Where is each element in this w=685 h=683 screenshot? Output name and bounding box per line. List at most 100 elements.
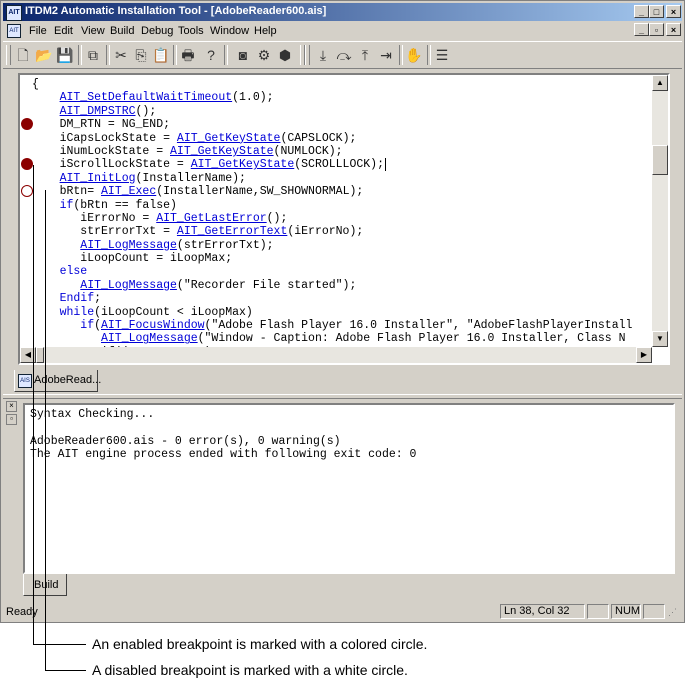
code-line[interactable]: AIT_DMPSTRC(); bbox=[32, 105, 632, 118]
scroll-right-button[interactable]: ▶ bbox=[636, 347, 652, 363]
help-icon[interactable]: ? bbox=[201, 45, 221, 65]
code-line[interactable]: AIT_LogMessage("Window - Caption: Adobe … bbox=[32, 332, 632, 345]
maximize-button[interactable]: □ bbox=[649, 5, 664, 18]
record-icon[interactable]: ◙ bbox=[233, 45, 253, 65]
compile-icon[interactable]: ⬢ bbox=[275, 45, 295, 65]
code-token: strErrorTxt = bbox=[80, 225, 177, 239]
code-token: (bRtn == false) bbox=[73, 198, 177, 212]
menu-bar: AIT File Edit View Build Debug Tools Win… bbox=[3, 22, 682, 40]
leader-line-disabled bbox=[45, 190, 86, 671]
print-icon[interactable]: 🖶 bbox=[178, 45, 198, 65]
code-line[interactable]: strErrorTxt = AIT_GetErrorText(iErrorNo)… bbox=[32, 225, 632, 238]
new-file-icon[interactable]: 🗋 bbox=[13, 45, 33, 65]
output-line: AdobeReader600.ais - 0 error(s), 0 warni… bbox=[30, 434, 341, 448]
wizard-icon[interactable]: ⚙ bbox=[254, 45, 274, 65]
mdi-close-button[interactable]: × bbox=[666, 23, 681, 36]
code-line[interactable]: iNumLockState = AIT_GetKeyState(NUMLOCK)… bbox=[32, 145, 632, 158]
code-line[interactable]: if(bRtn == false) bbox=[32, 199, 632, 212]
code-line[interactable]: AIT_SetDefaultWaitTimeout(1.0); bbox=[32, 91, 632, 104]
pane-splitter[interactable] bbox=[3, 394, 682, 399]
status-position: Ln 38, Col 32 bbox=[500, 604, 585, 619]
function-name: AIT_GetErrorText bbox=[176, 225, 288, 239]
code-line[interactable]: AIT_LogMessage(strErrorTxt); bbox=[32, 239, 632, 252]
code-token: { bbox=[32, 78, 39, 91]
code-text[interactable]: {AIT_SetDefaultWaitTimeout(1.0); AIT_DMPS… bbox=[32, 78, 632, 359]
code-token: ("Recorder File started"); bbox=[176, 278, 357, 292]
output-pane-controls: × ▫ bbox=[6, 401, 17, 425]
toolbar-separator bbox=[78, 45, 82, 65]
code-token: iCapsLockState = bbox=[59, 131, 177, 145]
save-all-icon[interactable]: ⧉ bbox=[83, 45, 103, 65]
open-folder-icon[interactable]: 📂 bbox=[34, 45, 54, 65]
paste-icon[interactable]: 📋 bbox=[151, 45, 171, 65]
output-line: The AIT engine process ended with follow… bbox=[30, 448, 417, 462]
step-out-icon[interactable]: ⤒ bbox=[355, 45, 375, 65]
code-line[interactable]: DM_RTN = NG_END; bbox=[32, 118, 632, 131]
output-pane[interactable]: Syntax Checking... AdobeReader600.ais - … bbox=[23, 403, 675, 574]
code-line[interactable]: while(iLoopCount < iLoopMax) bbox=[32, 306, 632, 319]
code-token: (NUMLOCK); bbox=[273, 144, 343, 158]
code-token: (1.0); bbox=[232, 91, 274, 105]
toolbar-grip[interactable] bbox=[6, 45, 11, 65]
scroll-down-button[interactable]: ▼ bbox=[652, 331, 668, 347]
breakpoints-list-icon[interactable]: ☰ bbox=[432, 45, 452, 65]
toolbar-separator bbox=[399, 45, 403, 65]
menu-help[interactable]: Help bbox=[254, 25, 277, 37]
menu-file[interactable]: File bbox=[29, 25, 47, 37]
code-line[interactable]: AIT_InitLog(InstallerName); bbox=[32, 172, 632, 185]
title-bar[interactable]: AIT ITDM2 Automatic Installation Tool - … bbox=[3, 3, 682, 21]
annotation-enabled-breakpoint: An enabled breakpoint is marked with a c… bbox=[92, 636, 428, 652]
toolbar-grip[interactable] bbox=[305, 45, 310, 65]
code-line[interactable]: bRtn= AIT_Exec(InstallerName,SW_SHOWNORM… bbox=[32, 185, 632, 198]
step-into-icon[interactable]: ⤓ bbox=[313, 45, 333, 65]
code-token: (); bbox=[266, 211, 288, 225]
menu-debug[interactable]: Debug bbox=[141, 25, 173, 37]
menu-view[interactable]: View bbox=[81, 25, 105, 37]
mdi-minimize-button[interactable]: _ bbox=[634, 23, 649, 36]
close-button[interactable]: × bbox=[666, 5, 681, 18]
code-token: iLoopCount = iLoopMax; bbox=[80, 252, 233, 266]
save-icon[interactable]: 💾 bbox=[55, 45, 75, 65]
dock-pane-icon[interactable]: ▫ bbox=[6, 414, 17, 425]
window-title: ITDM2 Automatic Installation Tool - [Ado… bbox=[25, 5, 327, 17]
function-name: AIT_LogMessage bbox=[80, 278, 177, 292]
toolbar: 🗋 📂 💾 ⧉ ✂ ⎘ 📋 🖶 ? ◙ ⚙ ⬢ ⤓ ⤼ ⤒ ⇥ ✋ ☰ bbox=[3, 41, 682, 69]
code-line[interactable]: iErrorNo = AIT_GetLastError(); bbox=[32, 212, 632, 225]
function-name: AIT_LogMessage bbox=[101, 332, 198, 346]
ait-app-icon[interactable]: AIT bbox=[6, 5, 22, 21]
code-token: (); bbox=[135, 104, 157, 118]
cut-icon[interactable]: ✂ bbox=[111, 45, 131, 65]
code-line[interactable]: iLoopCount = iLoopMax; bbox=[32, 252, 632, 265]
annotation-disabled-breakpoint: A disabled breakpoint is marked with a w… bbox=[92, 662, 408, 678]
mdi-restore-button[interactable]: ▫ bbox=[649, 23, 664, 36]
vertical-scrollbar[interactable]: ▲ ▼ bbox=[652, 75, 668, 347]
menu-edit[interactable]: Edit bbox=[54, 25, 73, 37]
code-token: iScrollLockState = bbox=[59, 158, 191, 172]
copy-icon[interactable]: ⎘ bbox=[131, 45, 151, 65]
code-line[interactable]: iScrollLockState = AIT_GetKeyState(SCROL… bbox=[32, 158, 632, 172]
horizontal-scrollbar[interactable]: ◀ ▶ bbox=[20, 347, 652, 363]
code-line[interactable]: { bbox=[32, 78, 632, 91]
minimize-button[interactable]: _ bbox=[634, 5, 649, 18]
scroll-thumb[interactable] bbox=[652, 145, 668, 175]
text-cursor bbox=[384, 158, 386, 172]
code-line[interactable]: if(AIT_FocusWindow("Adobe Flash Player 1… bbox=[32, 319, 632, 332]
step-over-icon[interactable]: ⤼ bbox=[334, 45, 354, 65]
code-line[interactable]: Endif; bbox=[32, 292, 632, 305]
scroll-up-button[interactable]: ▲ bbox=[652, 75, 668, 91]
close-pane-icon[interactable]: × bbox=[6, 401, 17, 412]
code-line[interactable]: AIT_LogMessage("Recorder File started"); bbox=[32, 279, 632, 292]
toggle-breakpoint-icon[interactable]: ✋ bbox=[404, 45, 424, 65]
code-line[interactable]: else bbox=[32, 265, 632, 278]
menu-tools[interactable]: Tools bbox=[178, 25, 204, 37]
code-line[interactable]: iCapsLockState = AIT_GetKeyState(CAPSLOC… bbox=[32, 132, 632, 145]
output-text: Syntax Checking... AdobeReader600.ais - … bbox=[30, 408, 416, 462]
function-name: AIT_InitLog bbox=[59, 171, 136, 185]
run-to-cursor-icon[interactable]: ⇥ bbox=[376, 45, 396, 65]
resize-grip-icon[interactable]: ⋰ bbox=[668, 607, 677, 618]
document-icon[interactable]: AIT bbox=[7, 24, 21, 38]
code-editor[interactable]: {AIT_SetDefaultWaitTimeout(1.0); AIT_DMPS… bbox=[18, 73, 670, 365]
toolbar-separator bbox=[106, 45, 110, 65]
menu-build[interactable]: Build bbox=[110, 25, 134, 37]
menu-window[interactable]: Window bbox=[210, 25, 249, 37]
